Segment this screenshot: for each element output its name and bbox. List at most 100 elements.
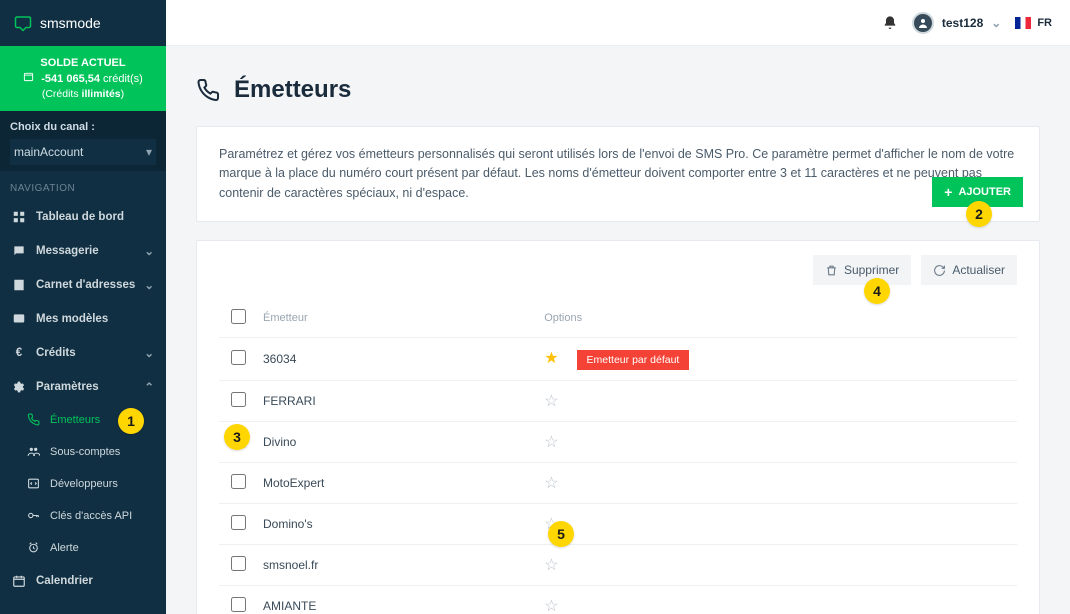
chevron-down-icon: ⌄ (144, 278, 154, 292)
channel-label: Choix du canal : (10, 121, 156, 133)
select-all-checkbox[interactable] (231, 309, 246, 324)
row-checkbox[interactable] (231, 350, 246, 365)
chevron-up-icon: ⌃ (144, 380, 154, 394)
phone-icon (196, 78, 220, 102)
row-name: Domino's (257, 504, 538, 545)
caret-down-icon: ▾ (146, 145, 152, 159)
sidebar-item-calendrier[interactable]: Calendrier (0, 564, 166, 598)
row-name: 36034 (257, 338, 538, 381)
balance-box: SOLDE ACTUEL -541 065,54 crédit(s) (Créd… (0, 46, 166, 111)
row-name: MotoExpert (257, 463, 538, 504)
main: test128 ⌄ FR Émetteurs Paramétrez et gér… (166, 0, 1070, 614)
key-icon (26, 509, 40, 523)
sidebar-item-tableau[interactable]: Tableau de bord (0, 200, 166, 234)
sidebar-item-carnet[interactable]: Carnet d'adresses ⌄ (0, 268, 166, 302)
star-outline-icon[interactable]: ☆ (544, 557, 558, 574)
table-toolbar: Supprimer Actualiser (219, 255, 1017, 285)
chevron-down-icon: ⌄ (991, 16, 1001, 30)
phone-icon (26, 413, 40, 427)
clock-icon (26, 541, 40, 555)
star-outline-icon[interactable]: ☆ (544, 434, 558, 451)
refresh-button[interactable]: Actualiser (921, 255, 1017, 285)
balance-amount: -541 065,54 crédit(s) (6, 71, 160, 87)
sidebar-item-modeles[interactable]: Mes modèles (0, 302, 166, 336)
callout-2: 2 (966, 201, 992, 227)
star-filled-icon[interactable]: ★ (544, 350, 558, 367)
sidebar-item-developpeurs[interactable]: Développeurs (14, 468, 166, 500)
user-menu[interactable]: test128 ⌄ (912, 12, 1001, 34)
user-name: test128 (942, 16, 983, 30)
callout-3: 3 (224, 424, 250, 450)
intro-panel: Paramétrez et gérez vos émetteurs person… (196, 126, 1040, 222)
channel-value: mainAccount (14, 145, 83, 159)
delete-button[interactable]: Supprimer (813, 255, 911, 285)
sidebar-item-parametres[interactable]: Paramètres ⌃ (0, 370, 166, 404)
page-title: Émetteurs (196, 76, 1040, 104)
book-icon (12, 278, 26, 292)
nav-section-label: NAVIGATION (0, 171, 166, 200)
balance-note: (Crédits illimités) (6, 87, 160, 101)
lang-code: FR (1037, 17, 1052, 29)
callout-1: 1 (118, 408, 144, 434)
table-row: FERRARI ☆ (219, 381, 1017, 422)
credit-icon (23, 71, 34, 87)
lang-switch[interactable]: FR (1015, 17, 1052, 29)
row-checkbox[interactable] (231, 474, 246, 489)
callout-5: 5 (548, 521, 574, 547)
code-icon (26, 477, 40, 491)
star-outline-icon[interactable]: ☆ (544, 393, 558, 410)
star-outline-icon[interactable]: ☆ (544, 598, 558, 614)
sidebar-item-alerte[interactable]: Alerte (14, 532, 166, 564)
col-emetteur: Émetteur (257, 299, 538, 338)
trash-icon (825, 264, 838, 277)
plus-icon: + (944, 185, 952, 199)
intro-text: Paramétrez et gérez vos émetteurs person… (219, 145, 1017, 203)
default-badge: Emetteur par défaut (577, 350, 690, 370)
delete-button-label: Supprimer (844, 263, 899, 277)
avatar (912, 12, 934, 34)
row-name: Divino (257, 422, 538, 463)
table-panel: Supprimer Actualiser Émetteur Options (196, 240, 1040, 614)
emetteurs-table: Émetteur Options 36034 ★ Emetteur par défa… (219, 299, 1017, 614)
balance-title: SOLDE ACTUEL (6, 56, 160, 71)
bell-icon[interactable] (882, 15, 898, 31)
row-name: smsnoel.fr (257, 545, 538, 586)
refresh-button-label: Actualiser (952, 263, 1005, 277)
sidebar-item-souscomptes[interactable]: Sous-comptes (14, 436, 166, 468)
star-outline-icon[interactable]: ☆ (544, 475, 558, 492)
row-name: FERRARI (257, 381, 538, 422)
sidebar-item-messagerie[interactable]: Messagerie ⌄ (0, 234, 166, 268)
add-button-label: AJOUTER (958, 186, 1011, 198)
row-name: AMIANTE (257, 586, 538, 614)
flag-fr-icon (1015, 17, 1031, 29)
table-row: AMIANTE ☆ (219, 586, 1017, 614)
chevron-down-icon: ⌄ (144, 244, 154, 258)
row-checkbox[interactable] (231, 556, 246, 571)
callout-4: 4 (864, 278, 890, 304)
channel-select[interactable]: mainAccount ▾ (10, 139, 156, 165)
message-icon (12, 244, 26, 258)
row-checkbox[interactable] (231, 515, 246, 530)
chevron-down-icon: ⌄ (144, 346, 154, 360)
sidebar-item-api[interactable]: Clés d'accès API (14, 500, 166, 532)
channel-selector-box: Choix du canal : mainAccount ▾ (0, 111, 166, 171)
row-checkbox[interactable] (231, 597, 246, 612)
template-icon (12, 312, 26, 326)
table-row: MotoExpert ☆ (219, 463, 1017, 504)
gear-icon (12, 380, 26, 394)
col-options: Options (538, 299, 1017, 338)
row-checkbox[interactable] (231, 392, 246, 407)
users-icon (26, 445, 40, 459)
brand[interactable]: smsmode (0, 0, 166, 46)
sidebar-item-credits[interactable]: €Crédits ⌄ (0, 336, 166, 370)
table-row: smsnoel.fr ☆ (219, 545, 1017, 586)
euro-icon: € (12, 346, 26, 360)
sidebar: smsmode SOLDE ACTUEL -541 065,54 crédit(… (0, 0, 166, 614)
table-row: Domino's☆ (219, 504, 1017, 545)
table-row: 36034 ★ Emetteur par défaut (219, 338, 1017, 381)
calendar-icon (12, 574, 26, 588)
brand-name: smsmode (40, 15, 101, 31)
logo-icon (14, 14, 32, 32)
refresh-icon (933, 264, 946, 277)
table-row: Divino ☆ (219, 422, 1017, 463)
